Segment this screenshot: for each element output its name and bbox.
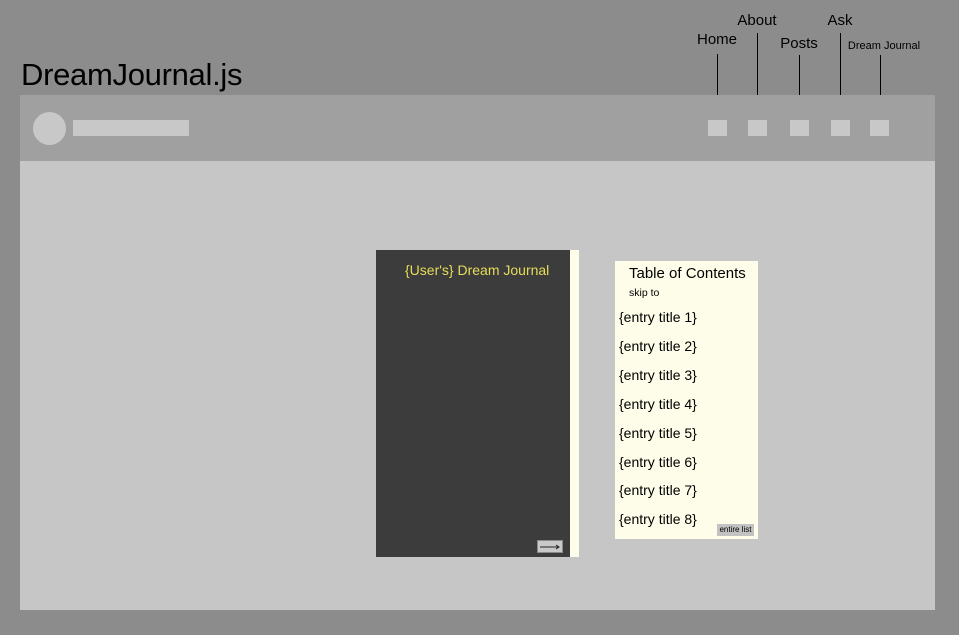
toc-entry-2[interactable]: {entry title 2} (619, 337, 697, 355)
nav-dream-journal-button[interactable] (870, 120, 889, 136)
app-title: DreamJournal.js (21, 57, 243, 92)
home-annotation: Home (696, 31, 738, 48)
toc-subtitle: skip to (629, 287, 660, 299)
toc-entry-1[interactable]: {entry title 1} (619, 308, 697, 326)
nav-home-button[interactable] (708, 120, 727, 136)
toc-entry-6[interactable]: {entry title 6} (619, 453, 697, 471)
toc-entry-4[interactable]: {entry title 4} (619, 395, 697, 413)
posts-annotation: Posts (780, 35, 818, 52)
toc-entry-3[interactable]: {entry title 3} (619, 366, 697, 384)
arrow-right-icon (540, 544, 560, 549)
dream-journal-annotation: Dream Journal (847, 40, 921, 52)
nav-about-button[interactable] (748, 120, 767, 136)
nav-ask-button[interactable] (831, 120, 850, 136)
ask-annotation: Ask (827, 12, 853, 29)
toc-entry-8[interactable]: {entry title 8} (619, 510, 697, 528)
journal-cover[interactable] (376, 250, 570, 557)
journal-title: {User's} Dream Journal (405, 262, 550, 278)
brand-placeholder[interactable] (73, 120, 189, 136)
about-annotation: About (737, 12, 777, 29)
toc-entry-7[interactable]: {entry title 7} (619, 481, 697, 499)
toc-entry-5[interactable]: {entry title 5} (619, 424, 697, 442)
toc-title: Table of Contents (629, 265, 746, 282)
entire-list-button[interactable]: entire list (717, 524, 754, 536)
nav-posts-button[interactable] (790, 120, 809, 136)
avatar[interactable] (33, 112, 66, 145)
next-page-button[interactable] (537, 540, 563, 553)
journal-pages-edge (570, 250, 579, 557)
